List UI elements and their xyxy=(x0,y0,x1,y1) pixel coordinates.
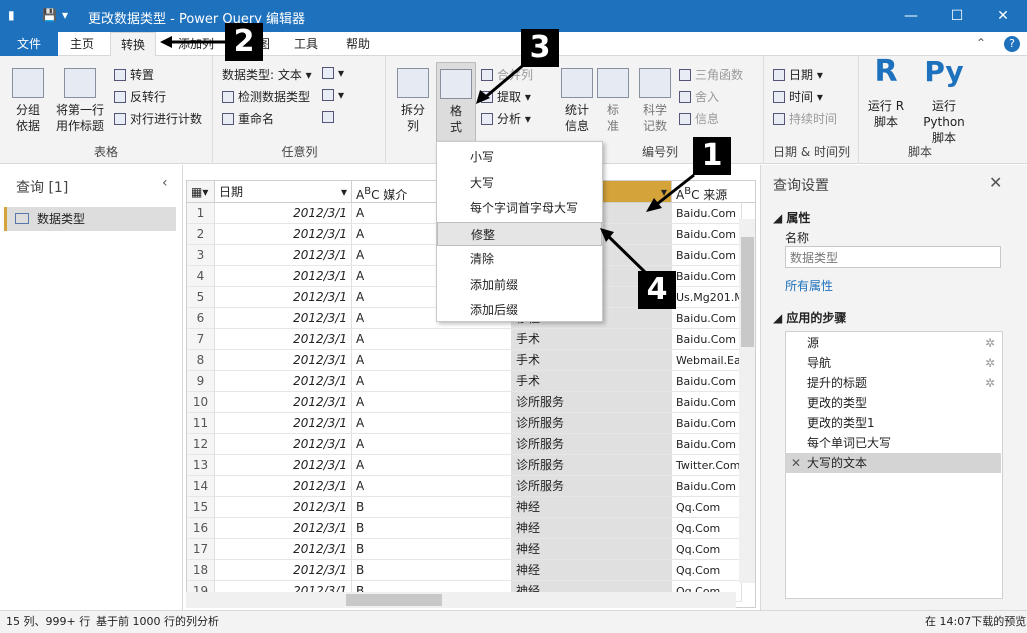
annotation-badge-4: 4 xyxy=(638,271,676,309)
annotation-badge-3: 3 xyxy=(521,29,559,67)
annotation-badge-2: 2 xyxy=(225,23,263,61)
annotation-badge-1: 1 xyxy=(693,137,731,175)
annotation-arrows xyxy=(160,36,695,277)
